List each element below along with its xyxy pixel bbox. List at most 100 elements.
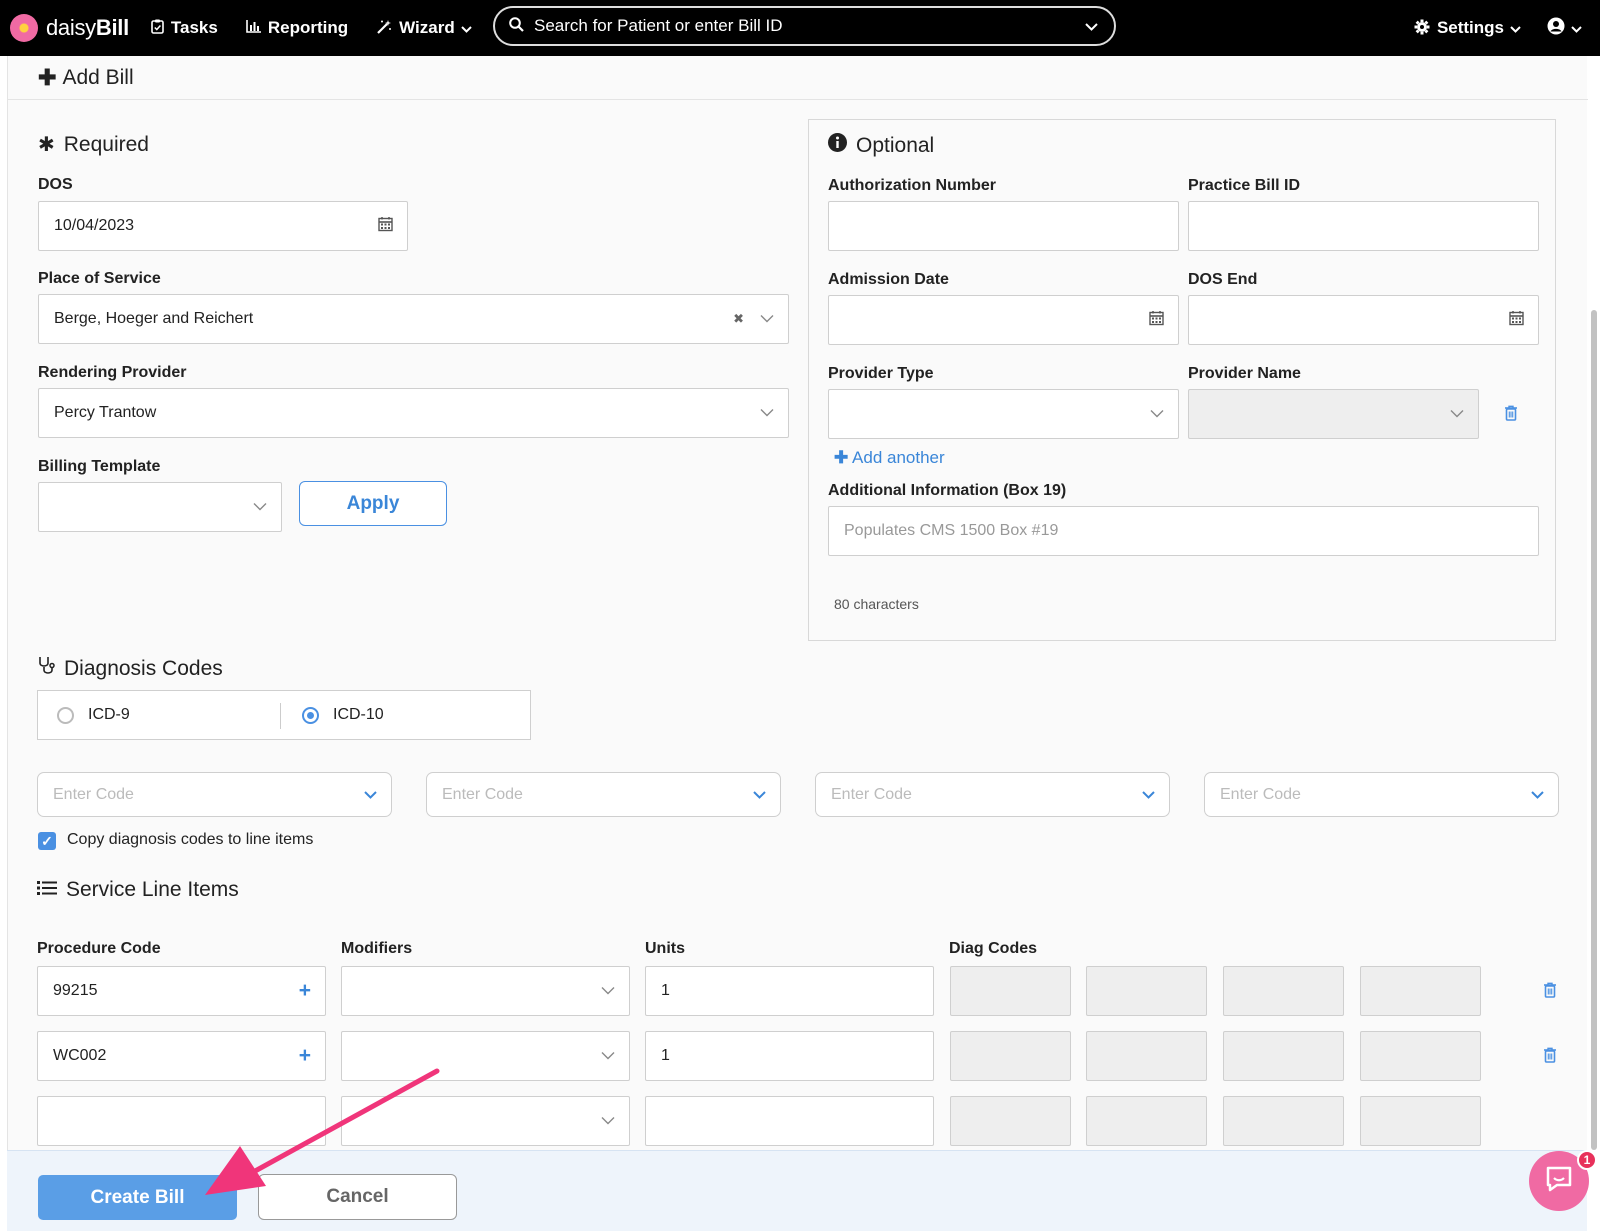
diag-code-cell: [1223, 1031, 1344, 1081]
required-title-text: Required: [63, 132, 149, 156]
additional-info-placeholder: Populates CMS 1500 Box #19: [844, 522, 1059, 539]
diag-code-cell: [1086, 1096, 1207, 1146]
rendering-provider-value: Percy Trantow: [54, 404, 157, 421]
code-placeholder: Enter Code: [442, 785, 523, 803]
chevron-down-icon: [1450, 406, 1464, 423]
dos-end-field[interactable]: [1188, 295, 1539, 345]
nav-wizard[interactable]: Wizard: [376, 18, 472, 38]
scrollbar-thumb[interactable]: [1591, 310, 1597, 1150]
units-field[interactable]: 1: [645, 966, 934, 1016]
nav-settings[interactable]: Settings: [1414, 18, 1521, 38]
diagnosis-title-text: Diagnosis Codes: [64, 657, 223, 680]
diagnosis-code-input-4[interactable]: Enter Code: [1204, 772, 1559, 817]
code-placeholder: Enter Code: [53, 785, 134, 803]
plus-icon: ✚: [38, 64, 57, 90]
icd9-label: ICD-9: [88, 706, 130, 723]
chevron-down-icon[interactable]: [1085, 18, 1098, 34]
diagnosis-code-input-2[interactable]: Enter Code: [426, 772, 781, 817]
provider-type-select[interactable]: [828, 389, 1179, 439]
place-of-service-value: Berge, Hoeger and Reichert: [54, 310, 254, 327]
copy-diag-codes-label: Copy diagnosis codes to line items: [67, 831, 314, 848]
units-value: 1: [661, 982, 670, 999]
calendar-icon[interactable]: [1149, 311, 1164, 330]
authorization-number-field[interactable]: [828, 201, 1179, 251]
plus-icon[interactable]: +: [299, 1044, 311, 1068]
icd10-radio[interactable]: ICD-10: [302, 706, 384, 724]
chevron-down-icon: [253, 499, 267, 516]
brand[interactable]: daisyBill: [10, 0, 129, 56]
admission-date-label: Admission Date: [828, 271, 949, 288]
required-section-title: ✱ Required: [38, 132, 149, 157]
trash-icon[interactable]: [1504, 405, 1518, 426]
chevron-down-icon: [1571, 18, 1582, 38]
diag-code-cell: [1360, 1096, 1481, 1146]
create-bill-button[interactable]: Create Bill: [38, 1175, 237, 1220]
plus-icon[interactable]: +: [299, 979, 311, 1003]
add-another-provider-link[interactable]: ✚ Add another: [834, 448, 945, 468]
modifiers-select[interactable]: [341, 966, 630, 1016]
authorization-number-label: Authorization Number: [828, 177, 996, 194]
modifiers-header: Modifiers: [341, 940, 413, 957]
calendar-icon[interactable]: [1509, 311, 1524, 330]
units-field[interactable]: [645, 1096, 934, 1146]
plus-icon: ✚: [834, 448, 849, 467]
procedure-code-value: WC002: [53, 1047, 107, 1064]
diag-codes-header: Diag Codes: [949, 940, 1038, 957]
diagnosis-code-input-3[interactable]: Enter Code: [815, 772, 1170, 817]
chevron-down-icon: [601, 1113, 615, 1130]
optional-title-text: Optional: [856, 133, 935, 157]
diagnosis-code-input-1[interactable]: Enter Code: [37, 772, 392, 817]
additional-info-field[interactable]: Populates CMS 1500 Box #19: [828, 506, 1539, 556]
procedure-code-field[interactable]: [37, 1096, 326, 1146]
optional-section-title: Optional: [828, 133, 934, 158]
page-header: ✚ Add Bill: [8, 56, 1588, 100]
chevron-down-icon: [1510, 18, 1521, 38]
patient-search-input[interactable]: Search for Patient or enter Bill ID: [493, 6, 1116, 46]
chevron-down-icon: [1150, 406, 1164, 423]
chevron-down-icon: [753, 786, 766, 804]
nav-tasks[interactable]: Tasks: [151, 18, 218, 38]
dos-end-label: DOS End: [1188, 271, 1258, 288]
billing-template-select[interactable]: [38, 482, 282, 532]
procedure-code-value: 99215: [53, 982, 98, 999]
procedure-code-header: Procedure Code: [37, 940, 161, 957]
apply-template-button[interactable]: Apply: [299, 481, 447, 526]
place-of-service-label: Place of Service: [38, 270, 161, 287]
diag-code-cell: [1086, 1031, 1207, 1081]
procedure-code-field[interactable]: 99215 +: [37, 966, 326, 1016]
units-value: 1: [661, 1047, 670, 1064]
nav-user-menu[interactable]: [1547, 17, 1582, 40]
character-count: 80 characters: [834, 596, 919, 612]
clear-icon[interactable]: ✖: [733, 311, 744, 327]
nav-reporting-label: Reporting: [267, 18, 349, 37]
rendering-provider-label: Rendering Provider: [38, 364, 187, 381]
list-icon: [37, 879, 57, 902]
modifiers-select[interactable]: [341, 1096, 630, 1146]
modifiers-select[interactable]: [341, 1031, 630, 1081]
place-of-service-select[interactable]: Berge, Hoeger and Reichert ✖: [38, 294, 789, 344]
dos-field[interactable]: 10/04/2023: [38, 201, 408, 251]
admission-date-field[interactable]: [828, 295, 1179, 345]
practice-bill-id-field[interactable]: [1188, 201, 1539, 251]
trash-icon[interactable]: [1543, 982, 1557, 1003]
page-title: Add Bill: [62, 65, 134, 89]
copy-diag-codes-checkbox[interactable]: ✓: [38, 832, 56, 850]
chat-notification-badge: 1: [1577, 1150, 1597, 1170]
units-field[interactable]: 1: [645, 1031, 934, 1081]
chevron-down-icon: [460, 18, 472, 38]
units-header: Units: [645, 940, 685, 957]
search-icon: [509, 16, 524, 36]
chevron-down-icon: [601, 1048, 615, 1065]
dos-label: DOS: [38, 176, 73, 193]
calendar-icon[interactable]: [378, 217, 393, 236]
chevron-down-icon: [760, 311, 774, 328]
service-line-items-title: Service Line Items: [37, 878, 239, 902]
radio-divider: [280, 703, 281, 729]
nav-reporting[interactable]: Reporting: [246, 18, 348, 38]
procedure-code-field[interactable]: WC002 +: [37, 1031, 326, 1081]
icd9-radio[interactable]: ICD-9: [57, 706, 130, 724]
diag-code-cell: [950, 1031, 1071, 1081]
rendering-provider-select[interactable]: Percy Trantow: [38, 388, 789, 438]
cancel-button[interactable]: Cancel: [258, 1174, 457, 1220]
trash-icon[interactable]: [1543, 1047, 1557, 1068]
